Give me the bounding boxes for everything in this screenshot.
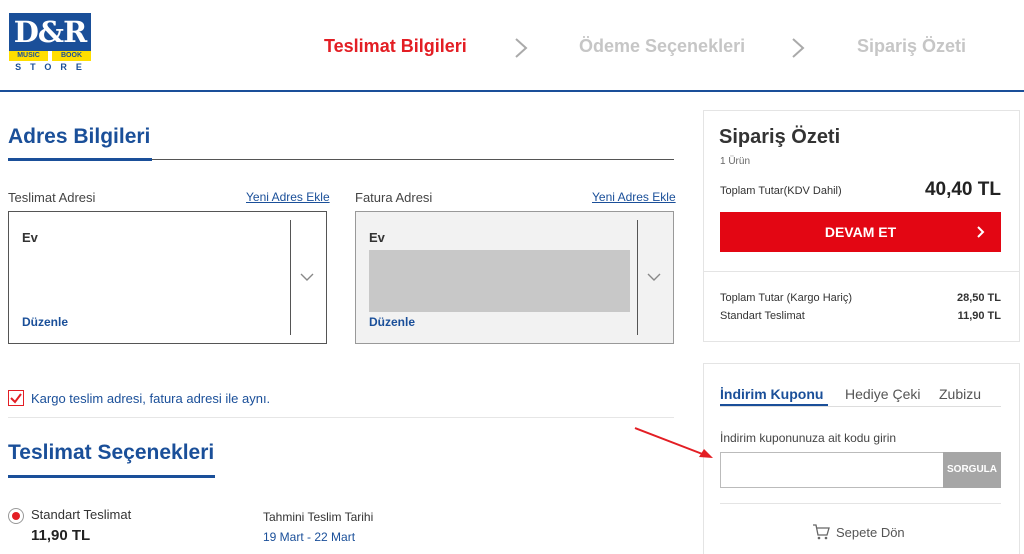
estimated-delivery-label: Tahmini Teslim Tarihi [263, 510, 374, 524]
chevron-right-icon [977, 226, 985, 238]
add-invoice-address-link[interactable]: Yeni Adres Ekle [592, 190, 676, 204]
tab-zubizu[interactable]: Zubizu [939, 386, 981, 402]
cart-icon [813, 524, 830, 540]
invoice-address-name: Ev [369, 230, 385, 245]
annotation-arrow-icon [634, 427, 713, 458]
total-label: Toplam Tutar(KDV Dahil) [720, 185, 842, 197]
shipping-cost-line: Standart Teslimat 11,90 TL [720, 310, 1001, 322]
logo-store-label: STORE [9, 61, 91, 73]
add-delivery-address-link[interactable]: Yeni Adres Ekle [246, 190, 330, 204]
back-to-cart-link[interactable]: Sepete Dön [812, 524, 905, 540]
chevron-down-icon[interactable] [300, 272, 314, 282]
step-delivery-info: Teslimat Bilgileri [324, 36, 467, 56]
delivery-address-select[interactable]: Ev Düzenle [8, 211, 327, 344]
shipping-option-price: 11,90 TL [31, 527, 91, 544]
invoice-address-label: Fatura Adresi [355, 190, 433, 205]
shipping-cost-label: Standart Teslimat [720, 310, 805, 322]
same-address-checkbox[interactable] [8, 390, 24, 406]
tab-gift-voucher[interactable]: Hediye Çeki [845, 386, 920, 402]
subtotal-line: Toplam Tutar (Kargo Hariç) 28,50 TL [720, 292, 1001, 304]
item-count: 1 Ürün [720, 156, 751, 167]
subtotal-label: Toplam Tutar (Kargo Hariç) [720, 292, 853, 304]
checkmark-icon [10, 393, 22, 404]
delivery-address-label: Teslimat Adresi [8, 190, 96, 205]
delivery-address-name: Ev [22, 230, 38, 245]
continue-button[interactable]: DEVAM ET [720, 212, 1001, 252]
same-address-label: Kargo teslim adresi, fatura adresi ile a… [31, 391, 271, 406]
logo-wordmark: D&R [9, 13, 91, 51]
shipping-section-title: Teslimat Seçenekleri [8, 441, 215, 464]
address-details-redacted [369, 250, 630, 312]
chevron-right-icon [515, 38, 528, 58]
estimated-delivery-value: 19 Mart - 22 Mart [263, 530, 356, 544]
coupon-input-label: İndirim kuponunuza ait kodu girin [720, 431, 897, 445]
shipping-cost-value: 11,90 TL [957, 310, 1001, 322]
invoice-address-select[interactable]: Ev Düzenle [355, 211, 674, 344]
shipping-option-name: Standart Teslimat [31, 507, 132, 522]
section-title-underline [8, 475, 215, 478]
coupon-code-input[interactable] [720, 452, 943, 488]
invoice-address-edit-link[interactable]: Düzenle [369, 315, 415, 329]
chevron-right-icon [792, 38, 805, 58]
section-title-underline [8, 158, 152, 161]
dr-logo[interactable]: D&R MUSIC BOOK STORE [9, 13, 91, 73]
logo-music-label: MUSIC [9, 51, 48, 61]
order-summary-title: Sipariş Özeti [719, 126, 841, 148]
coupon-query-button[interactable]: SORGULA [943, 452, 1001, 488]
standard-shipping-radio[interactable] [8, 508, 24, 524]
total-value: 40,40 TL [924, 179, 1001, 200]
logo-book-label: BOOK [52, 51, 91, 61]
chevron-down-icon[interactable] [647, 272, 661, 282]
active-tab-indicator [720, 404, 828, 406]
delivery-address-edit-link[interactable]: Düzenle [22, 315, 68, 329]
step-order-summary: Sipariş Özeti [857, 36, 967, 56]
step-payment-options: Ödeme Seçenekleri [579, 36, 746, 56]
address-section-title: Adres Bilgileri [8, 125, 151, 148]
site-header: D&R MUSIC BOOK STORE Teslimat Bilgileri … [0, 0, 1024, 92]
subtotal-value: 28,50 TL [956, 292, 1001, 304]
tab-discount-coupon[interactable]: İndirim Kuponu [720, 386, 823, 402]
